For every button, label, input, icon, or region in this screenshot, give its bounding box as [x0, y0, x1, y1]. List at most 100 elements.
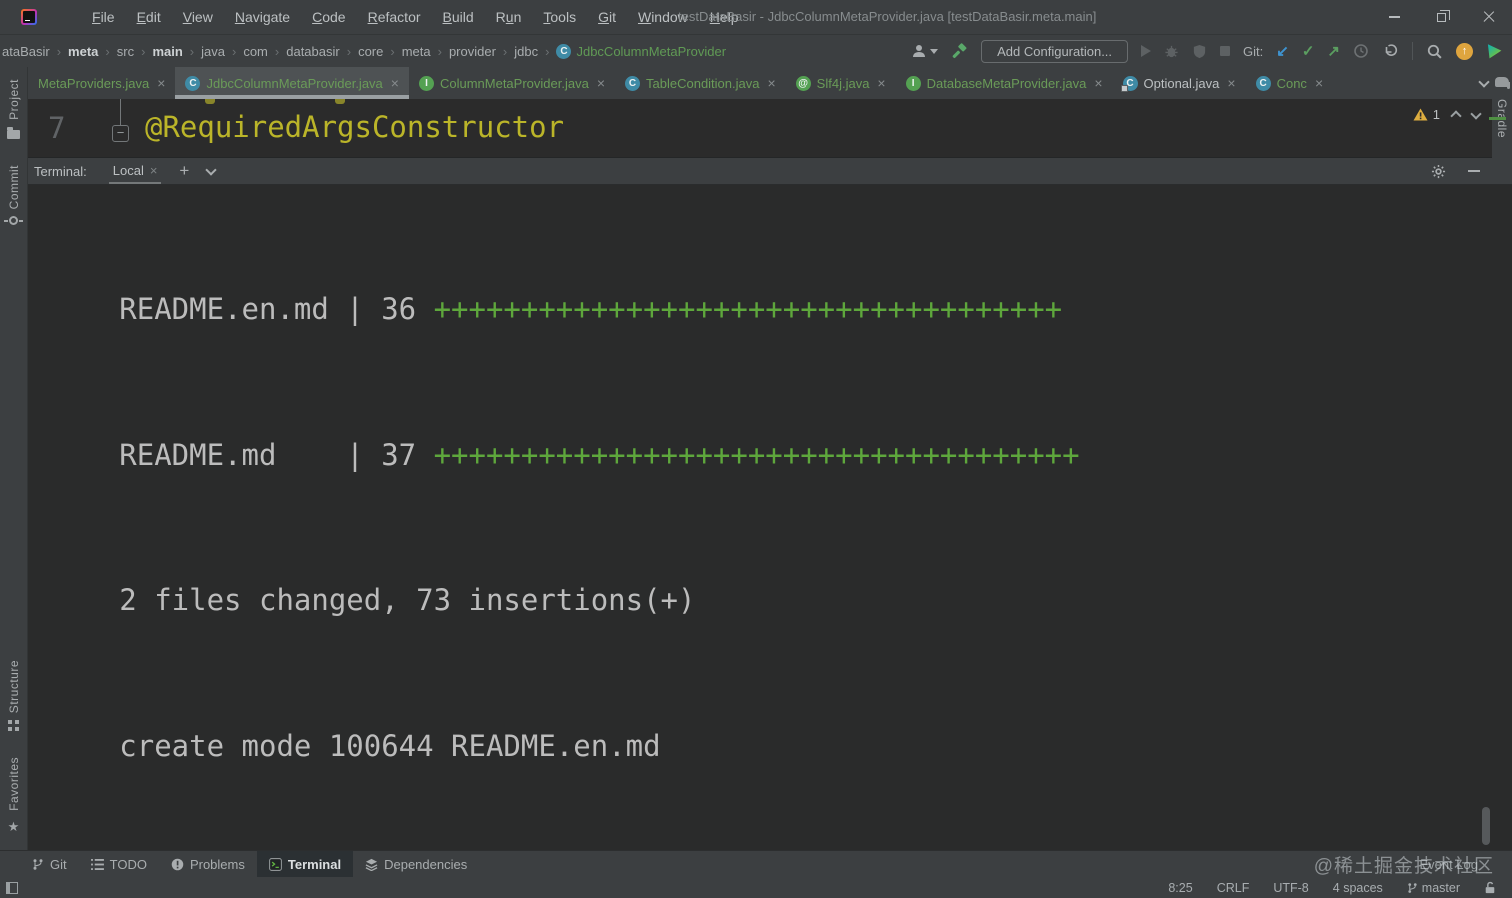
menu-item[interactable]: Code: [301, 0, 356, 34]
history-clock-icon[interactable]: [1353, 43, 1369, 59]
window-controls: [1371, 0, 1512, 34]
tool-button-dependencies[interactable]: Dependencies: [353, 851, 479, 877]
build-hammer-icon[interactable]: [951, 42, 968, 60]
breadcrumb-current[interactable]: C JdbcColumnMetaProvider: [556, 43, 726, 59]
terminal-scrollbar[interactable]: [1482, 807, 1490, 845]
tool-button-git[interactable]: Git: [20, 851, 79, 877]
gradle-elephant-icon[interactable]: [1495, 77, 1510, 89]
close-tab-icon[interactable]: [1094, 75, 1102, 91]
breadcrumb-item[interactable]: src: [117, 44, 134, 59]
terminal-text: ++++++++++++++++++++++++++++++++++++: [433, 292, 1063, 326]
close-tab-icon[interactable]: [391, 75, 399, 91]
stop-icon[interactable]: [1220, 46, 1231, 56]
breadcrumb-item[interactable]: ataBasir: [2, 44, 50, 59]
menu-item[interactable]: Navigate: [224, 0, 301, 34]
close-button[interactable]: [1465, 0, 1512, 34]
terminal-line: README.en.md | 36 ++++++++++++++++++++++…: [32, 188, 1512, 334]
fold-collapse-icon[interactable]: −: [112, 125, 129, 142]
breadcrumb-item[interactable]: meta: [68, 44, 98, 59]
editor-tab[interactable]: @ Slf4j.java: [786, 67, 896, 99]
close-tab-icon[interactable]: [1227, 75, 1235, 91]
code-editor[interactable]: 7 − @RequiredArgsConstructor 1: [28, 99, 1492, 157]
settings-gear-icon[interactable]: [1431, 164, 1446, 179]
rollback-icon[interactable]: [1382, 43, 1399, 59]
commit-stripe-label: Commit: [6, 164, 21, 210]
tool-window-layout-icon[interactable]: [6, 881, 18, 894]
breadcrumb-item[interactable]: jdbc: [514, 44, 538, 59]
git-push-icon[interactable]: ↗: [1327, 44, 1340, 59]
new-terminal-session-icon[interactable]: +: [179, 161, 189, 181]
close-tab-icon[interactable]: [157, 75, 165, 91]
menu-item[interactable]: File: [81, 0, 126, 34]
terminal-output[interactable]: README.en.md | 36 ++++++++++++++++++++++…: [28, 185, 1512, 850]
clipped-code-fragment: [205, 99, 215, 104]
ide-update-icon[interactable]: ↑: [1456, 42, 1473, 60]
hidden-tabs-chevron-icon[interactable]: [1478, 75, 1490, 88]
tool-button-structure[interactable]: Structure: [7, 660, 21, 731]
close-tab-icon[interactable]: [767, 75, 775, 91]
tool-button-problems[interactable]: Problems: [159, 851, 257, 877]
tool-button-commit[interactable]: Commit: [4, 164, 23, 226]
menu-item[interactable]: Build: [432, 0, 485, 34]
status-bar: 8:25 CRLF UTF-8 4 spaces master: [0, 877, 1512, 898]
breadcrumb-item[interactable]: meta: [402, 44, 431, 59]
breadcrumb-item[interactable]: main: [152, 44, 182, 59]
tool-button-todo[interactable]: TODO: [79, 851, 159, 877]
breadcrumb-item[interactable]: core: [358, 44, 383, 59]
user-icon: [913, 45, 926, 57]
editor-tab[interactable]: MetaProviders.java: [28, 67, 175, 99]
caret-position[interactable]: 8:25: [1168, 881, 1192, 895]
minimize-button[interactable]: [1371, 0, 1418, 34]
tool-button-favorites[interactable]: Favorites: [7, 757, 21, 836]
previous-warning-icon[interactable]: [1450, 110, 1462, 122]
file-encoding[interactable]: UTF-8: [1273, 881, 1308, 895]
git-commit-check-icon[interactable]: ✓: [1302, 44, 1315, 59]
toolbox-icon[interactable]: [1487, 44, 1502, 59]
terminal-dropdown-chevron-icon[interactable]: [205, 163, 218, 176]
inspection-widget[interactable]: 1: [1413, 107, 1482, 122]
menu-item[interactable]: View: [172, 0, 224, 34]
tool-button-terminal[interactable]: Terminal: [256, 851, 354, 877]
unlock-icon[interactable]: [1484, 881, 1496, 894]
breadcrumb-item[interactable]: databasir: [286, 44, 339, 59]
line-separator[interactable]: CRLF: [1217, 881, 1250, 895]
close-tab-icon[interactable]: [1315, 75, 1323, 91]
editor-tab[interactable]: I DatabaseMetaProvider.java: [896, 67, 1113, 99]
event-log-button[interactable]: Event Log: [1419, 851, 1478, 878]
add-configuration-button[interactable]: Add Configuration...: [981, 39, 1129, 63]
next-warning-icon[interactable]: [1470, 107, 1482, 120]
editor-tab[interactable]: C Optional.java: [1113, 67, 1246, 99]
indent-setting[interactable]: 4 spaces: [1333, 881, 1383, 895]
git-update-icon[interactable]: ↙: [1276, 44, 1289, 59]
terminal-text: +++++++++++++++++++++++++++++++++++++: [433, 437, 1080, 472]
git-branch-widget[interactable]: master: [1407, 881, 1460, 895]
close-tab-icon[interactable]: [877, 75, 885, 91]
editor-tab[interactable]: C JdbcColumnMetaProvider.java: [175, 67, 409, 99]
menu-item[interactable]: Git: [587, 0, 627, 34]
close-terminal-tab-icon[interactable]: ×: [150, 163, 158, 178]
menu-item[interactable]: Tools: [532, 0, 587, 34]
tab-label: ColumnMetaProvider.java: [439, 75, 589, 91]
editor-tab[interactable]: I ColumnMetaProvider.java: [409, 67, 615, 99]
bottom-tool-window-bar: Git TODO Problems Terminal Dependencies …: [0, 850, 1512, 877]
editor-tab[interactable]: C Conc: [1246, 67, 1334, 99]
breadcrumb-item[interactable]: com: [243, 44, 268, 59]
breadcrumb-item[interactable]: provider: [449, 44, 496, 59]
editor-tab[interactable]: C TableCondition.java: [615, 67, 786, 99]
menu-item[interactable]: Edit: [126, 0, 172, 34]
close-tab-icon[interactable]: [597, 75, 605, 91]
run-coverage-icon[interactable]: [1192, 44, 1207, 59]
tool-button-project[interactable]: Project: [7, 79, 21, 139]
profile-button[interactable]: [911, 43, 939, 59]
maximize-button[interactable]: [1418, 0, 1465, 34]
run-icon[interactable]: [1141, 45, 1152, 57]
terminal-tab-local[interactable]: Local ×: [108, 158, 162, 184]
breadcrumb-item[interactable]: java: [201, 44, 225, 59]
menu-item[interactable]: Refactor: [357, 0, 432, 34]
debug-icon[interactable]: [1164, 44, 1179, 59]
search-everywhere-icon[interactable]: [1426, 43, 1443, 60]
hide-panel-icon[interactable]: [1468, 170, 1480, 172]
menu-item[interactable]: Run: [485, 0, 533, 34]
structure-stripe-label: Structure: [6, 659, 21, 714]
terminal-header: Terminal: Local × +: [28, 157, 1512, 185]
